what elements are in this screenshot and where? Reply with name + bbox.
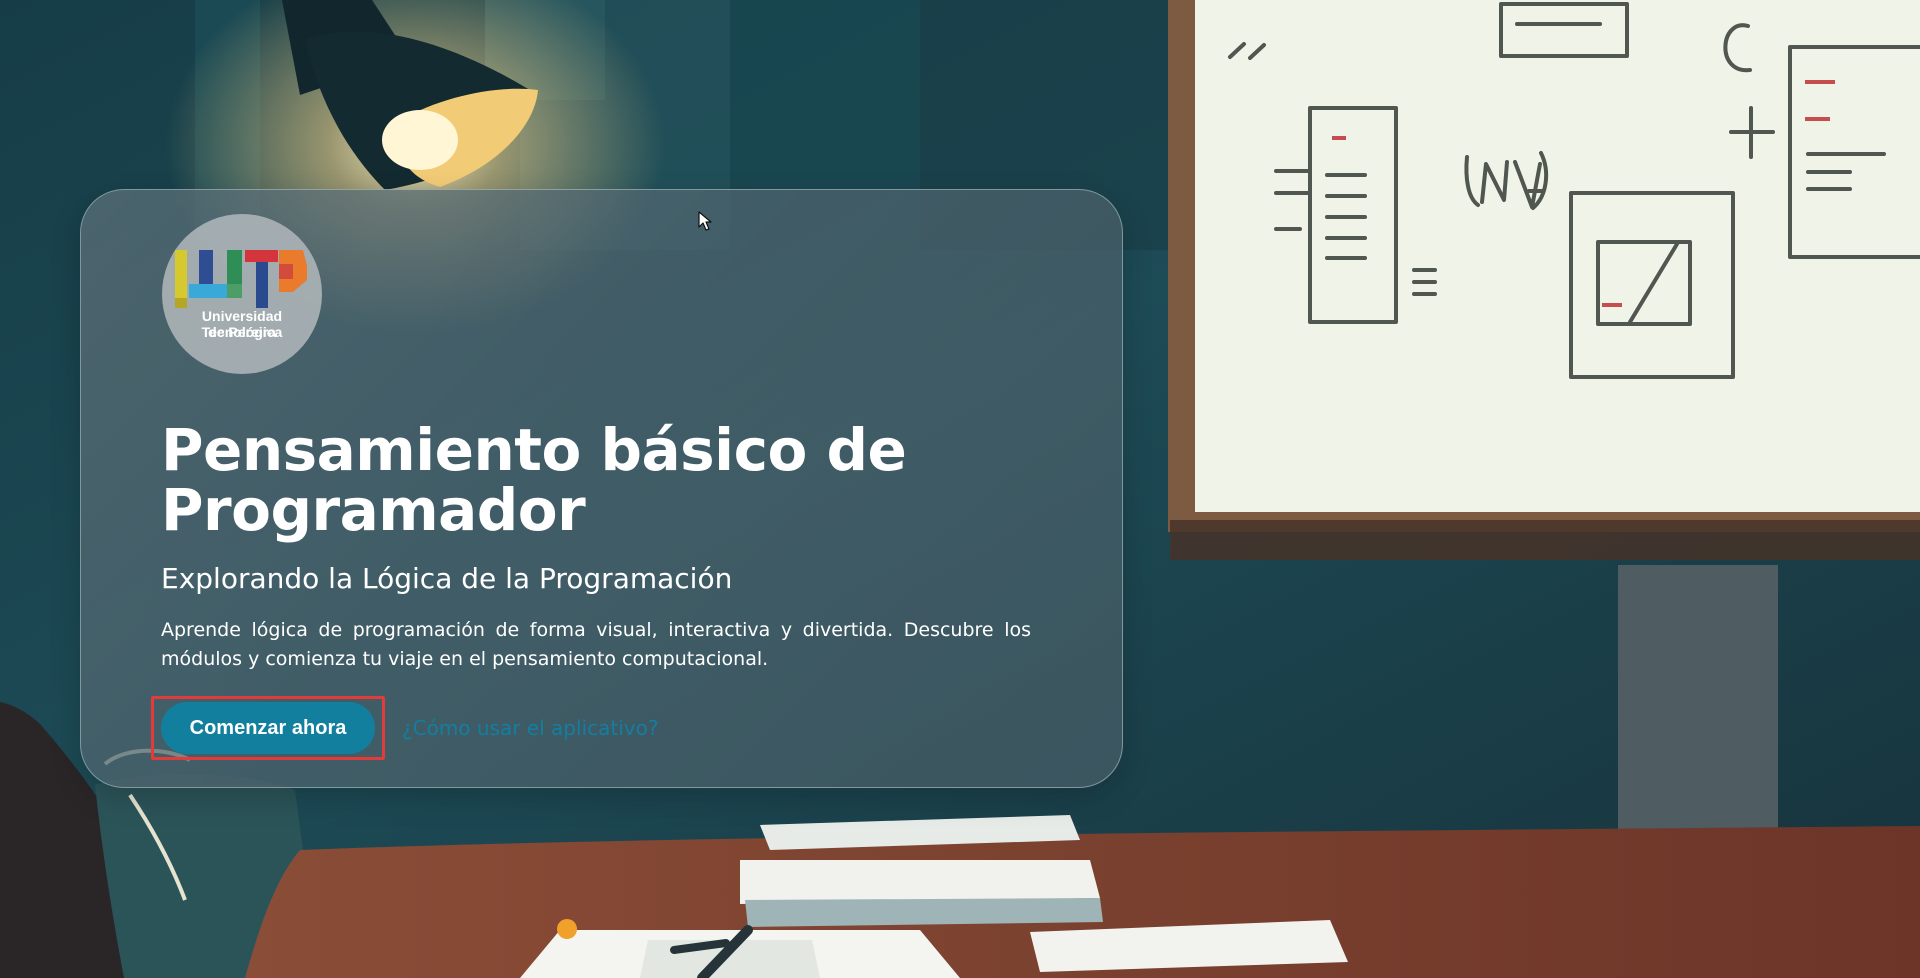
start-now-button[interactable]: Comenzar ahora — [161, 702, 375, 754]
page-title: Pensamiento básico de Programador — [161, 416, 907, 544]
page-subtitle: Explorando la Lógica de la Programación — [161, 562, 733, 595]
utp-logo-mark — [175, 250, 307, 308]
university-name-line-2: de Pereira — [208, 324, 276, 340]
how-to-use-link[interactable]: ¿Cómo usar el aplicativo? — [402, 714, 658, 742]
university-logo: Universidad Tecnológica de Pereira — [162, 214, 322, 374]
hero-card: Universidad Tecnológica de Pereira Pensa… — [80, 189, 1123, 788]
hero-description: Aprende lógica de programación de forma … — [161, 619, 1031, 670]
hero-actions: Comenzar ahora ¿Cómo usar el aplicativo? — [151, 696, 711, 760]
landing-page: Universidad Tecnológica de Pereira Pensa… — [0, 0, 1920, 978]
